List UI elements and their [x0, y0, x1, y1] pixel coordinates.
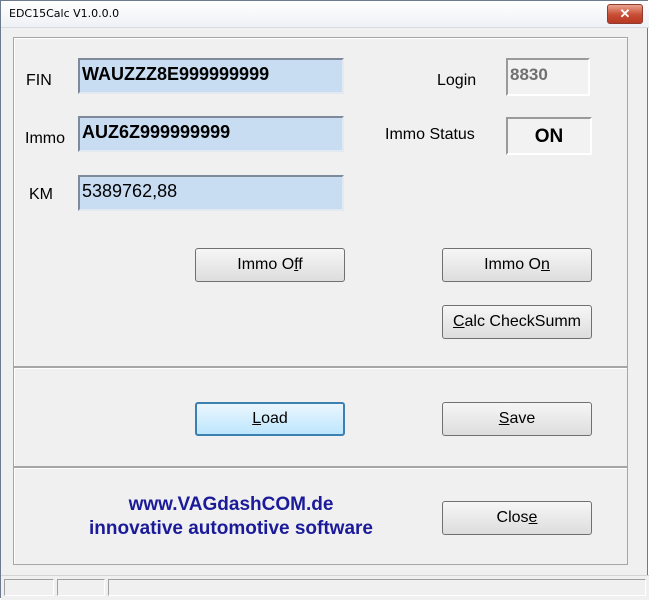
immo-off-label-post: f	[298, 256, 303, 273]
immo-on-label-pre: Immo O	[484, 256, 541, 273]
status-cell-2	[57, 579, 105, 596]
close-button[interactable]: Close	[442, 501, 592, 535]
immo-off-button[interactable]: Immo Off	[195, 248, 345, 282]
save-mnemonic: S	[498, 410, 510, 427]
status-cell-3	[108, 579, 646, 596]
km-field[interactable]: 5389762,88	[78, 175, 344, 211]
km-label: KM	[29, 186, 53, 203]
status-cell-1	[4, 579, 54, 596]
fin-label: FIN	[26, 72, 52, 89]
brand-url: www.VAGdashCOM.de	[128, 494, 334, 515]
fin-field[interactable]: WAUZZZ8E999999999	[78, 58, 344, 94]
login-label: Login	[437, 72, 477, 89]
calc-checksum-button[interactable]: Calc CheckSumm	[442, 305, 592, 339]
close-label-pre: Clos	[496, 509, 529, 526]
immo-on-button[interactable]: Immo On	[442, 248, 592, 282]
load-mnemonic: L	[252, 410, 262, 427]
close-mnemonic: e	[528, 509, 538, 526]
immo-field[interactable]: AUZ6Z999999999	[78, 116, 344, 152]
immo-off-label-pre: Immo O	[237, 256, 295, 273]
window-title: EDC15Calc V1.0.0.0	[9, 7, 120, 20]
immo-on-mnemonic: n	[540, 256, 550, 273]
status-bar	[1, 575, 649, 600]
brand-tagline: innovative automotive software	[88, 518, 373, 539]
load-label-post: oad	[261, 410, 288, 427]
save-label-post: ave	[509, 410, 536, 427]
load-button[interactable]: Load	[195, 402, 345, 436]
save-button[interactable]: Save	[442, 402, 592, 436]
immo-status-value: ON	[506, 117, 592, 155]
window-close-button[interactable]: ✕	[607, 4, 643, 24]
immo-label: Immo	[25, 130, 65, 147]
calc-checksum-mnemonic: C	[452, 313, 465, 330]
immo-status-label: Immo Status	[385, 126, 475, 143]
login-field[interactable]: 8830	[506, 58, 590, 96]
app-window: EDC15Calc V1.0.0.0 ✕ FIN WAUZZZ8E9999999…	[0, 0, 649, 600]
title-bar[interactable]: EDC15Calc V1.0.0.0 ✕	[1, 1, 649, 28]
calc-checksum-label-post: alc CheckSumm	[464, 313, 582, 330]
